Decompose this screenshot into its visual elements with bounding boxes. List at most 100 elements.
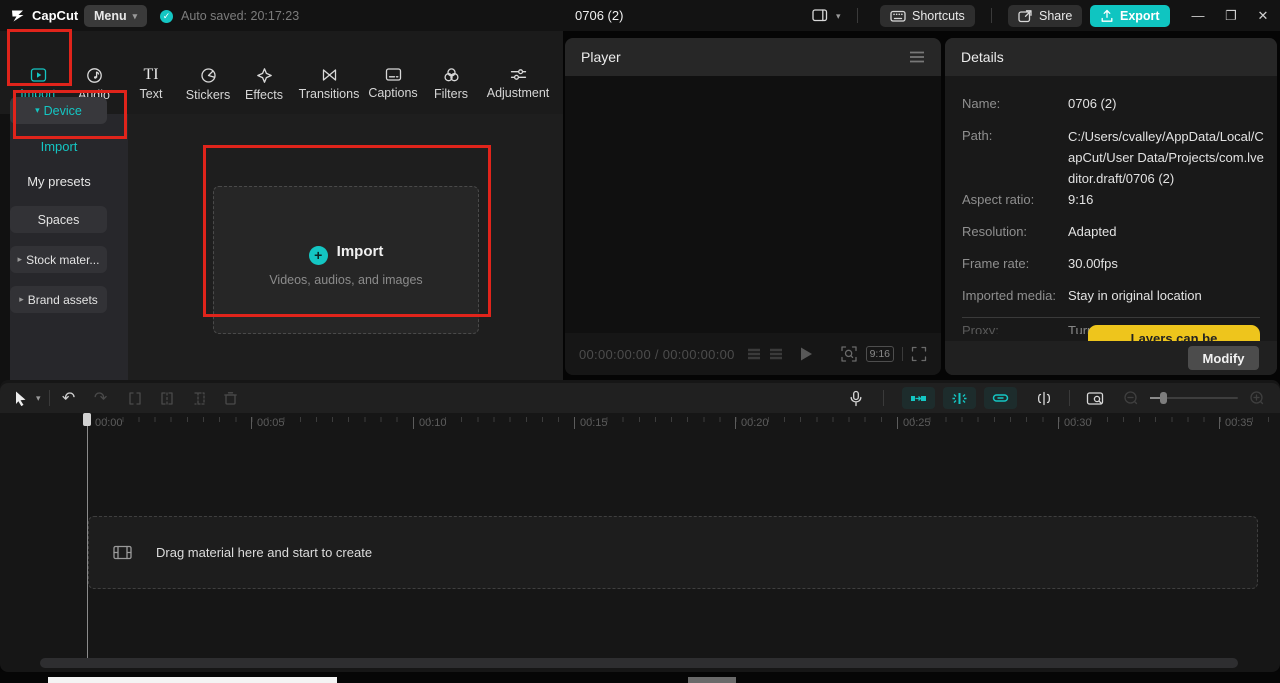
- timeline-zoom-slider[interactable]: [1150, 392, 1238, 404]
- tab-stickers[interactable]: Stickers: [182, 67, 234, 102]
- split-left-icon[interactable]: [154, 386, 180, 410]
- detail-resolution-label: Resolution:: [962, 224, 1028, 239]
- caret-right-icon: ▸: [17, 254, 23, 264]
- tl-divider-1: [48, 390, 50, 406]
- auto-ripple-toggle[interactable]: [943, 387, 976, 409]
- zoom-in-icon[interactable]: [1244, 386, 1270, 410]
- list-icon[interactable]: [747, 348, 761, 360]
- share-icon: [1018, 9, 1033, 23]
- minimize-button[interactable]: —: [1185, 0, 1211, 31]
- ruler-label-1: 00:05: [251, 417, 285, 429]
- timeline-ruler[interactable]: 00:00 00:05 00:10 00:15 00:20 00:25 00:3…: [0, 413, 1280, 435]
- menu-button[interactable]: Menu ▾: [84, 5, 148, 27]
- tab-transitions-label: Transitions: [298, 87, 360, 101]
- detail-aspect-value: 9:16: [1068, 192, 1094, 207]
- autosave-status: ✓ Auto saved: 20:17:23: [160, 9, 299, 23]
- tl-divider-2: [883, 390, 884, 406]
- workspace-layout-icon[interactable]: [812, 8, 828, 23]
- sidebar-brand-label: Brand assets: [27, 292, 98, 307]
- layout-chevron-down-icon[interactable]: ▾: [836, 11, 841, 22]
- tab-effects-label: Effects: [245, 88, 283, 102]
- cursor-chevron-down-icon[interactable]: ▾: [36, 393, 41, 404]
- preview-frame-icon[interactable]: [1082, 386, 1108, 410]
- capcut-logo-icon: [10, 9, 26, 23]
- caret-right-icon-2: ▸: [19, 294, 24, 304]
- player-ctl-divider: [902, 347, 903, 361]
- link-toggle[interactable]: [984, 387, 1017, 409]
- detail-proxy-label: Proxy:: [962, 323, 999, 334]
- hamburger-menu-icon[interactable]: [909, 51, 925, 63]
- tab-text[interactable]: TI Text: [131, 67, 171, 102]
- playhead-handle[interactable]: [83, 413, 91, 426]
- details-panel: Details Name: 0706 (2) Path: C:/Users/cv…: [945, 38, 1277, 375]
- record-voiceover-icon[interactable]: [843, 386, 869, 410]
- modify-button[interactable]: Modify: [1188, 346, 1259, 370]
- taskbar-gray-segment: [688, 677, 736, 683]
- shortcuts-button[interactable]: Shortcuts: [880, 5, 975, 27]
- slider-handle[interactable]: [1160, 392, 1167, 404]
- ruler-label-4: 00:20: [735, 417, 769, 429]
- stickers-tab-icon: [200, 67, 217, 84]
- timeline-scrollbar[interactable]: [40, 658, 1238, 668]
- redo-icon[interactable]: ↷: [88, 386, 114, 410]
- taskbar-white-segment: [48, 677, 337, 683]
- close-button[interactable]: ✕: [1250, 0, 1276, 31]
- player-header: Player: [565, 38, 941, 76]
- detail-imported-label: Imported media:: [962, 288, 1056, 303]
- tab-filters[interactable]: Filters: [431, 67, 471, 101]
- details-footer: Modify: [945, 341, 1277, 375]
- sidebar-item-my-presets[interactable]: My presets: [0, 174, 118, 189]
- detail-imported-value: Stay in original location: [1068, 288, 1202, 303]
- focus-zoom-icon[interactable]: [840, 345, 858, 363]
- highlight-box-import-tab: [7, 29, 72, 86]
- adjustment-tab-icon: [510, 67, 527, 82]
- zoom-out-icon[interactable]: [1118, 386, 1144, 410]
- audio-tab-icon: [86, 67, 103, 84]
- project-title: 0706 (2): [575, 8, 624, 23]
- restore-button[interactable]: ❐: [1218, 0, 1244, 31]
- cursor-tool-icon[interactable]: [8, 386, 34, 410]
- highlight-box-import-zone: [203, 145, 491, 317]
- tab-adjustment[interactable]: Adjustment: [487, 67, 549, 100]
- main-track-magnet-toggle[interactable]: [902, 387, 935, 409]
- list-icon-2[interactable]: [769, 348, 783, 360]
- undo-icon[interactable]: ↶: [56, 386, 82, 410]
- menu-label: Menu: [94, 9, 127, 23]
- ruler-label-6: 00:30: [1058, 417, 1092, 429]
- share-button[interactable]: Share: [1008, 5, 1083, 27]
- details-title: Details: [961, 49, 1004, 65]
- detail-framerate-label: Frame rate:: [962, 256, 1030, 271]
- tl-divider-3: [1069, 390, 1070, 406]
- fullscreen-icon[interactable]: [911, 346, 927, 362]
- sidebar-item-brand-assets[interactable]: ▸ Brand assets: [10, 286, 107, 313]
- detail-path-label: Path:: [962, 128, 993, 143]
- tab-transitions[interactable]: Transitions: [297, 67, 361, 101]
- captions-tab-icon: [385, 67, 402, 82]
- details-header: Details: [945, 38, 1277, 76]
- sidebar-item-import[interactable]: Import: [0, 139, 118, 154]
- autosave-text: Auto saved: 20:17:23: [181, 9, 300, 23]
- tab-effects[interactable]: Effects: [241, 67, 287, 102]
- split-preview-icon[interactable]: [1031, 386, 1057, 410]
- player-title: Player: [581, 49, 621, 65]
- player-controls: 00:00:00:00 / 00:00:00:00 9:16: [565, 333, 941, 375]
- track-dropzone[interactable]: Drag material here and start to create: [88, 516, 1258, 589]
- sidebar-item-spaces[interactable]: Spaces: [10, 206, 107, 233]
- export-button[interactable]: Export: [1090, 5, 1170, 27]
- play-icon[interactable]: [799, 346, 813, 362]
- player-panel: Player 00:00:00:00 / 00:00:00:00 9:16: [565, 38, 941, 375]
- titlebar-divider-2: [991, 8, 992, 23]
- ratio-selector[interactable]: 9:16: [865, 346, 894, 362]
- export-label: Export: [1120, 9, 1160, 23]
- sidebar-item-stock-materials[interactable]: ▸ Stock mater...: [10, 246, 107, 273]
- split-right-icon[interactable]: [186, 386, 212, 410]
- share-label: Share: [1039, 9, 1073, 23]
- delete-icon[interactable]: [218, 386, 244, 410]
- transitions-tab-icon: [321, 67, 338, 83]
- tab-captions[interactable]: Captions: [366, 67, 420, 100]
- check-circle-icon: ✓: [160, 9, 173, 23]
- detail-name-value: 0706 (2): [1068, 96, 1117, 111]
- split-icon[interactable]: [122, 386, 148, 410]
- tab-captions-label: Captions: [368, 86, 418, 100]
- export-icon: [1100, 9, 1114, 23]
